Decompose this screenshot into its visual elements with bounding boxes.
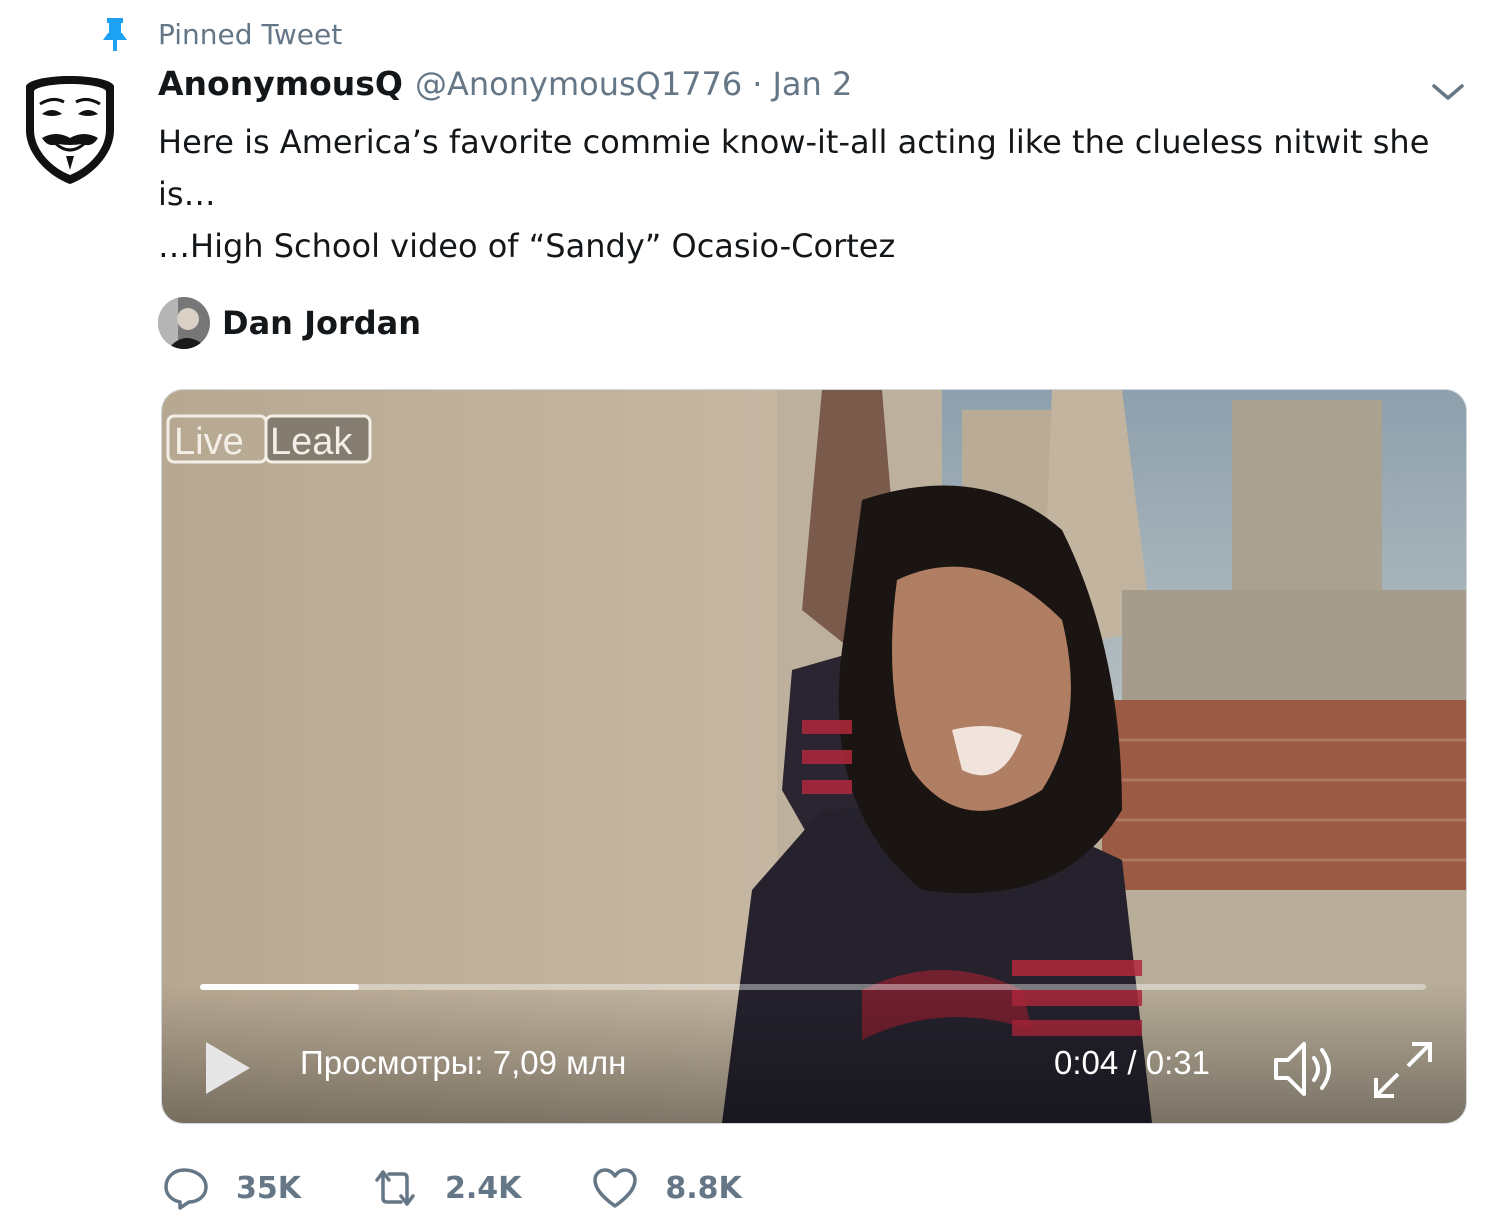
tweet-text: Here is America’s favorite commie know-i… <box>158 116 1448 272</box>
video-progress-fill <box>200 984 360 990</box>
pinned-tweet-label: Pinned Tweet <box>158 17 343 51</box>
volume-icon[interactable] <box>1272 1038 1338 1100</box>
liveleak-logo: Live Leak <box>166 414 372 464</box>
tweet-text-line: …High School video of “Sandy” Ocasio-Cor… <box>158 227 896 265</box>
video-attribution[interactable]: Dan Jordan <box>158 296 421 350</box>
author-avatar[interactable] <box>20 72 120 188</box>
pinned-tweet-row: Pinned Tweet <box>100 12 342 56</box>
view-count: Просмотры: 7,09 млн <box>300 1044 627 1081</box>
video-time: 0:04 / 0:31 <box>1054 1044 1210 1081</box>
fullscreen-icon[interactable] <box>1372 1040 1434 1100</box>
tweet-actions: 35K 2.4K 8.8K <box>162 1160 812 1216</box>
play-icon[interactable] <box>200 1038 254 1098</box>
chevron-down-icon[interactable] <box>1428 76 1468 106</box>
author-handle[interactable]: @AnonymousQ1776 <box>415 65 742 103</box>
video-progress-bar[interactable] <box>200 984 1426 990</box>
heart-icon <box>593 1168 638 1208</box>
attribution-name[interactable]: Dan Jordan <box>222 304 421 342</box>
retweet-button[interactable]: 2.4K <box>371 1166 521 1210</box>
video-player[interactable]: Live Leak Просмотры: 7,09 млн 0:04 / 0:3… <box>161 389 1467 1124</box>
reply-button[interactable]: 35K <box>162 1166 301 1210</box>
like-count: 8.8K <box>665 1170 742 1206</box>
retweet-icon <box>375 1170 415 1206</box>
liveleak-text-live: Live <box>174 421 244 463</box>
reply-icon <box>164 1168 208 1210</box>
tweet-date[interactable]: Jan 2 <box>772 65 852 103</box>
tweet-header: AnonymousQ @AnonymousQ1776 · Jan 2 <box>158 64 852 103</box>
like-button[interactable]: 8.8K <box>591 1166 742 1210</box>
attribution-avatar <box>158 297 210 349</box>
tweet-text-line: Here is America’s favorite commie know-i… <box>158 123 1430 213</box>
reply-count: 35K <box>236 1170 301 1206</box>
author-name[interactable]: AnonymousQ <box>158 64 403 103</box>
retweet-count: 2.4K <box>445 1170 522 1206</box>
header-separator: · <box>752 65 763 103</box>
liveleak-text-leak: Leak <box>270 421 353 463</box>
pin-icon <box>103 18 127 51</box>
